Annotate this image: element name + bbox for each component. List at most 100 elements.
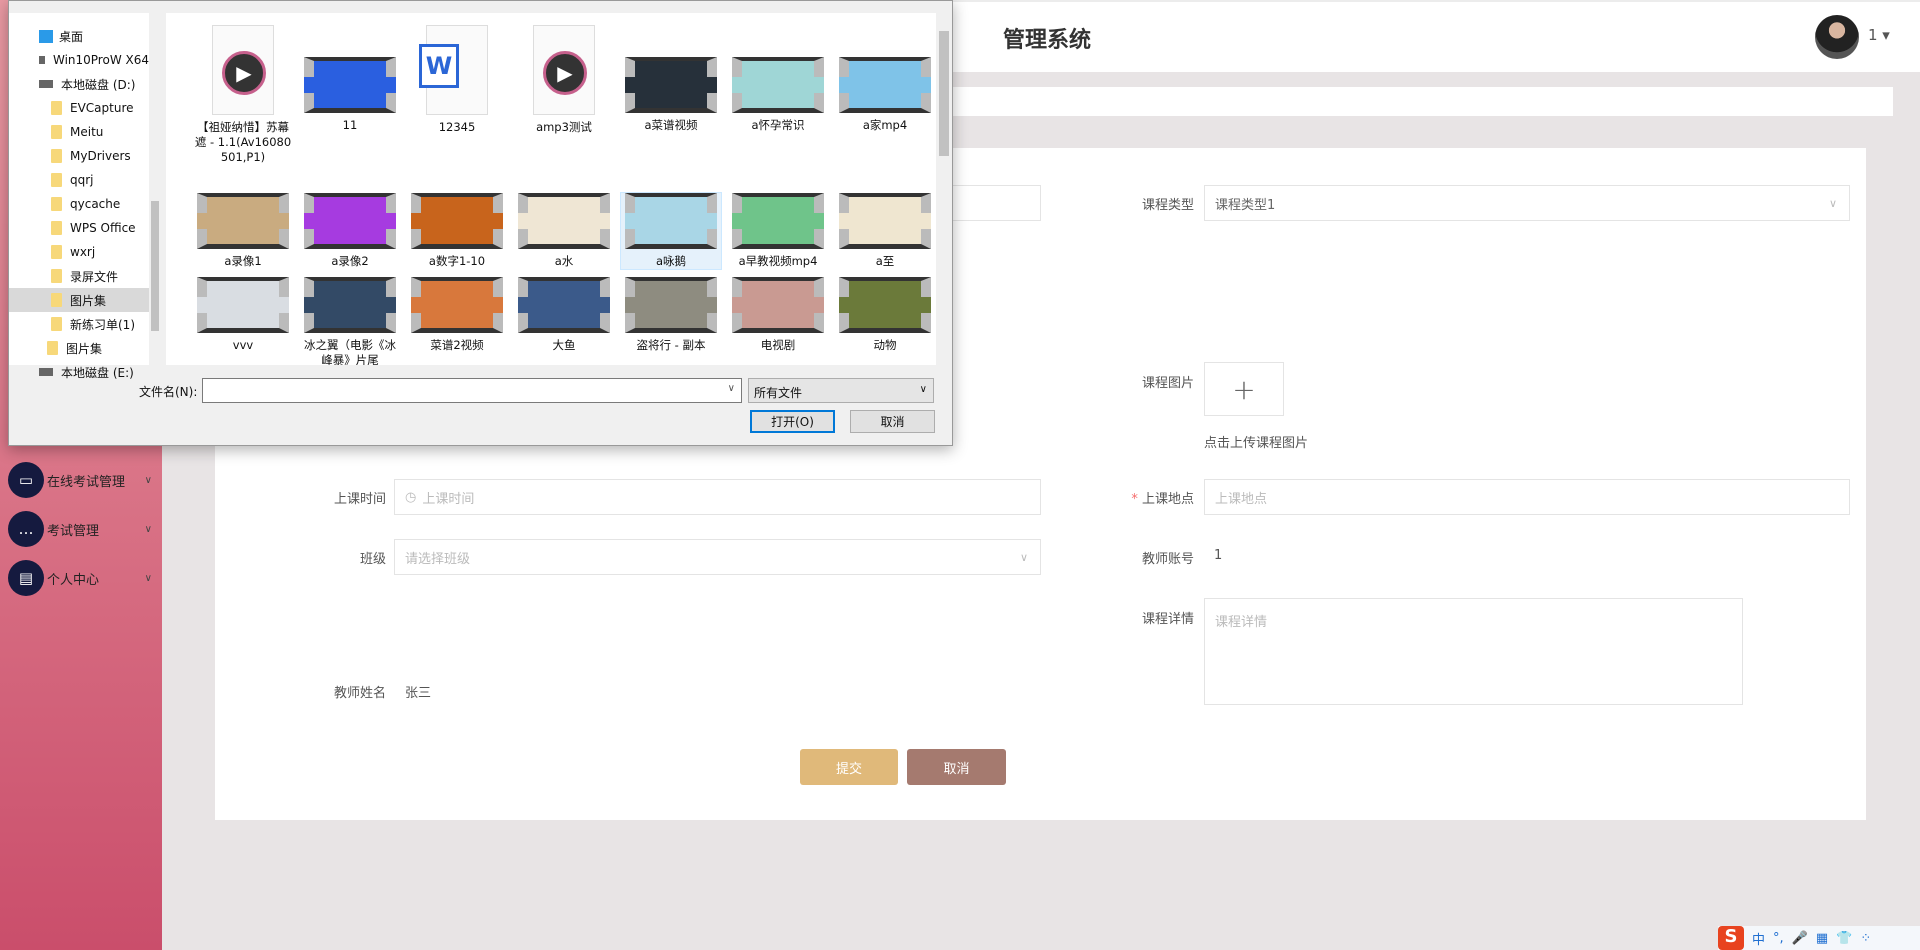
class-select[interactable]: 请选择班级 ∨ [394, 539, 1041, 575]
nav-item[interactable]: qycache [9, 192, 149, 216]
course-type-select[interactable]: 课程类型1 ∨ [1204, 185, 1850, 221]
library-icon [47, 341, 58, 355]
ime-tool-icon[interactable]: ⁘ [1860, 931, 1871, 946]
open-button[interactable]: 打开(O) [750, 410, 835, 433]
file-item[interactable]: 冰之翼（电影《冰峰暴》片尾 [300, 277, 400, 365]
file-type-select[interactable]: 所有文件 ∨ [748, 378, 934, 403]
file-item[interactable]: 11 [300, 25, 400, 133]
cancel-button[interactable]: 取消 [907, 749, 1006, 785]
filename-input[interactable]: ∨ [202, 378, 742, 403]
nav-item-label: Meitu [70, 125, 104, 139]
video-thumbnail [304, 193, 396, 249]
sidebar-item-online-exam[interactable]: ▭ 在线考试管理 ∨ [8, 460, 158, 500]
nav-item[interactable]: MyDrivers [9, 144, 149, 168]
ime-tool-icon[interactable]: 👕 [1836, 931, 1852, 946]
nav-item[interactable]: 录屏文件 [9, 264, 149, 288]
file-item[interactable]: vvv [193, 277, 293, 353]
chat-icon: … [8, 511, 44, 547]
avatar[interactable] [1815, 15, 1859, 59]
nav-item[interactable]: EVCapture [9, 96, 149, 120]
file-list: ▶ 【祖娅纳惜】苏幕遮 - 1.1(Av16080501,P1) 11 W 12345 ▶… [166, 13, 936, 365]
folder-icon [51, 245, 62, 259]
sidebar-item-profile[interactable]: ▤ 个人中心 ∨ [8, 558, 158, 598]
file-item[interactable]: a家mp4 [835, 25, 935, 133]
play-icon: ▶ [543, 51, 587, 95]
folder-icon [51, 101, 62, 115]
user-menu[interactable]: 1 ▾ [1868, 26, 1890, 44]
nav-scrollbar-thumb[interactable] [151, 201, 159, 331]
file-item[interactable]: 动物 [835, 277, 935, 353]
nav-item-label: qycache [70, 197, 121, 211]
file-item[interactable]: 电视剧 [728, 277, 828, 353]
video-thumbnail [839, 193, 931, 249]
file-item[interactable]: a怀孕常识 [728, 25, 828, 133]
file-item[interactable]: a至 [835, 193, 935, 269]
nav-item-label: wxrj [70, 245, 96, 259]
video-thumbnail [839, 57, 931, 113]
file-name: amp3测试 [536, 120, 592, 134]
chevron-down-icon: ∨ [144, 474, 152, 486]
file-item[interactable]: ▶ amp3测试 [514, 25, 614, 135]
file-item[interactable]: a咏鹅 [620, 192, 722, 270]
file-name: a数字1-10 [428, 254, 486, 268]
file-item[interactable]: 菜谱2视频 [407, 277, 507, 353]
nav-item[interactable]: wxrj [9, 240, 149, 264]
file-name: a怀孕常识 [751, 118, 805, 132]
video-thumbnail [625, 57, 717, 113]
class-time-input[interactable]: ◷ 上课时间 [394, 479, 1041, 515]
pc-icon [39, 56, 45, 64]
course-type-value: 课程类型1 [1215, 197, 1276, 213]
app-title: 管理系统 [1003, 28, 1092, 53]
file-item[interactable]: 盗将行 - 副本 [621, 277, 721, 353]
file-name: vvv [232, 338, 254, 352]
file-item[interactable]: a早教视频mp4 [728, 193, 828, 269]
nav-item-label: 录屏文件 [70, 269, 119, 284]
card-icon: ▤ [8, 560, 44, 596]
dialog-cancel-button[interactable]: 取消 [850, 410, 935, 433]
file-name: a录像2 [331, 254, 369, 268]
teacher-account-value: 1 [1214, 548, 1223, 563]
submit-button[interactable]: 提交 [800, 749, 898, 785]
video-thumbnail [197, 193, 289, 249]
file-name: a至 [875, 254, 895, 268]
nav-item[interactable]: Meitu [9, 120, 149, 144]
video-thumbnail [411, 277, 503, 333]
nav-item[interactable]: 新练习单(1) [9, 312, 149, 336]
file-item[interactable]: a录像2 [300, 193, 400, 269]
file-name: 电视剧 [760, 338, 796, 352]
file-item[interactable]: a水 [514, 193, 614, 269]
file-name: a早教视频mp4 [738, 254, 818, 268]
nav-item[interactable]: 图片集 [9, 336, 149, 360]
folder-icon [51, 125, 62, 139]
file-item[interactable]: a数字1-10 [407, 193, 507, 269]
sidebar-item-exam[interactable]: … 考试管理 ∨ [8, 509, 158, 549]
file-scrollbar-thumb[interactable] [939, 31, 949, 156]
nav-item[interactable]: 桌面 [9, 24, 149, 48]
ime-tool-icon[interactable]: °, [1773, 931, 1784, 946]
nav-item[interactable]: 本地磁盘 (E:) [9, 360, 149, 384]
word-icon: W [419, 44, 459, 88]
nav-item[interactable]: 本地磁盘 (D:) [9, 72, 149, 96]
file-item[interactable]: a菜谱视频 [621, 25, 721, 133]
file-item[interactable]: a录像1 [193, 193, 293, 269]
details-textarea[interactable]: 课程详情 [1204, 598, 1743, 705]
nav-item[interactable]: Win10ProW X64 [9, 48, 149, 72]
media-file-icon: ▶ [212, 25, 274, 115]
sogou-logo-icon[interactable]: S [1718, 926, 1744, 950]
file-item[interactable]: W 12345 [407, 25, 507, 135]
ime-tool-icon[interactable]: 🎤 [1792, 931, 1808, 946]
file-item[interactable]: ▶ 【祖娅纳惜】苏幕遮 - 1.1(Av16080501,P1) [193, 25, 293, 165]
nav-item[interactable]: 图片集 [9, 288, 149, 312]
nav-item[interactable]: WPS Office [9, 216, 149, 240]
location-input[interactable]: 上课地点 [1204, 479, 1850, 515]
ime-tool-icon[interactable]: 中 [1752, 929, 1765, 948]
file-item[interactable]: 大鱼 [514, 277, 614, 353]
nav-item[interactable]: qqrj [9, 168, 149, 192]
chevron-down-icon[interactable]: ∨ [728, 383, 735, 394]
upload-image-button[interactable]: + [1204, 362, 1284, 416]
drive-icon [39, 368, 53, 376]
file-name: 菜谱2视频 [430, 338, 484, 352]
video-thumbnail [304, 57, 396, 113]
ime-tool-icon[interactable]: ▦ [1816, 931, 1828, 946]
video-thumbnail [518, 277, 610, 333]
